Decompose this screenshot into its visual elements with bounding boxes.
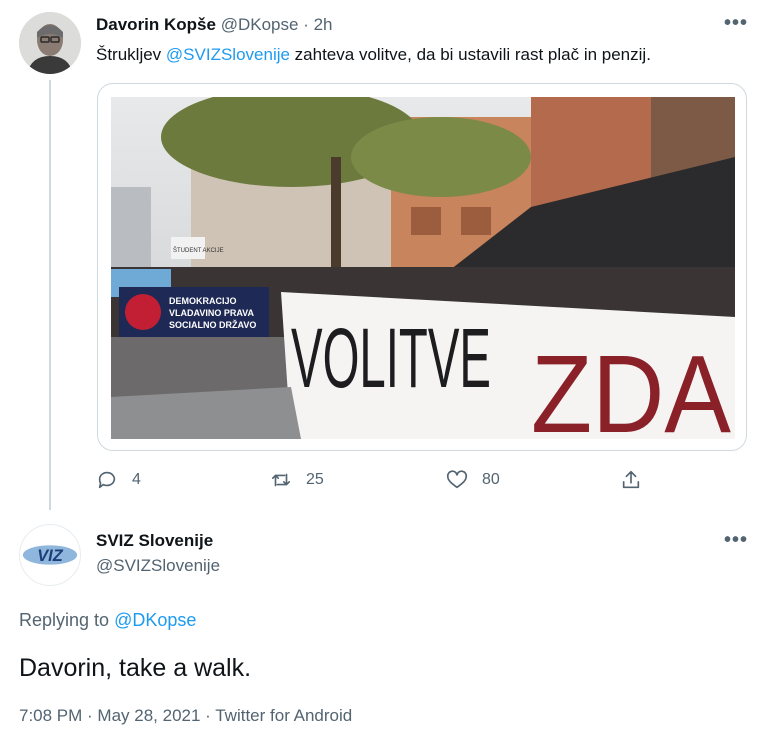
tweet2-text: Davorin, take a walk. — [19, 654, 252, 682]
banner-main-text: VOLITVE — [291, 311, 491, 405]
sign-left-text: ŠTUDENT AKCIJE — [173, 247, 224, 254]
reply-count: 4 — [132, 471, 141, 488]
sviz-logo-text: VIZ — [37, 547, 64, 565]
tweet2-author-name[interactable]: SVIZ Slovenije — [96, 531, 213, 551]
retweet-icon — [271, 473, 291, 487]
tweet1-more-options-icon[interactable]: ••• — [724, 13, 748, 33]
tweet1-header: Davorin Kopše @DKopse · 2h — [96, 15, 333, 35]
tweet2-author-handle[interactable]: @SVIZSlovenije — [96, 556, 220, 576]
tweet2-metadata[interactable]: 7:08 PM · May 28, 2021 · Twitter for And… — [19, 706, 352, 726]
heart-icon — [446, 470, 468, 489]
banner-second-text: ZDA — [531, 333, 732, 439]
replying-to-label: Replying to — [19, 610, 115, 630]
banner-small-line2: VLADAVINO PRAVA — [169, 308, 255, 318]
replying-to: Replying to @DKopse — [19, 610, 196, 631]
sviz-logo: VIZ — [22, 545, 78, 565]
avatar-davorin[interactable] — [19, 12, 81, 74]
thread-connector-line — [49, 80, 51, 510]
retweet-count: 25 — [306, 471, 324, 488]
like-button[interactable]: 80 — [446, 468, 500, 492]
tweet1-author-name[interactable]: Davorin Kopše — [96, 15, 216, 34]
replying-to-handle[interactable]: @DKopse — [114, 610, 196, 630]
avatar-sviz[interactable]: VIZ — [19, 524, 81, 586]
tweet1-media-video[interactable]: DEMOKRACIJO VLADAVINO PRAVA SOCIALNO DRŽ… — [97, 83, 747, 451]
tweet1-author-handle[interactable]: @DKopse — [221, 15, 299, 34]
reply-icon — [98, 471, 116, 489]
avatar-photo — [19, 12, 81, 74]
tweet1-timestamp[interactable]: 2h — [314, 15, 333, 34]
tweet1-text-start: Štrukljev — [96, 45, 166, 64]
like-count: 80 — [482, 471, 500, 488]
tweet2-more-options-icon[interactable]: ••• — [724, 530, 748, 550]
tweet1-text: Štrukljev @SVIZSlovenije zahteva volitve… — [96, 45, 651, 65]
banner-small-line3: SOCIALNO DRŽAVO — [169, 319, 256, 330]
share-icon — [622, 470, 640, 489]
tweet1-mention-link[interactable]: @SVIZSlovenije — [166, 45, 290, 64]
retweet-button[interactable]: 25 — [270, 468, 324, 492]
protest-photo: DEMOKRACIJO VLADAVINO PRAVA SOCIALNO DRŽ… — [111, 97, 735, 439]
banner-small-line1: DEMOKRACIJO — [169, 296, 237, 306]
reply-button[interactable]: 4 — [96, 468, 141, 492]
share-button[interactable] — [620, 468, 656, 492]
tweet1-text-end: zahteva volitve, da bi ustavili rast pla… — [289, 45, 651, 64]
tweet1-separator: · — [298, 15, 314, 34]
